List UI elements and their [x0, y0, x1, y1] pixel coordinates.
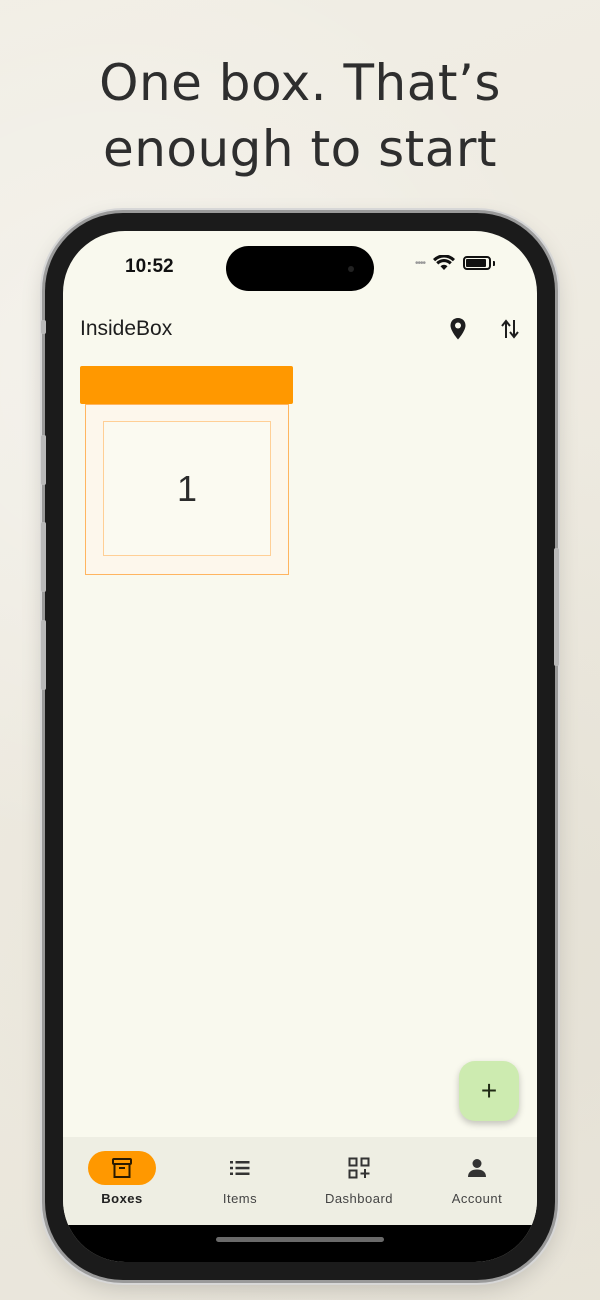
- nav-item-account[interactable]: Account: [422, 1151, 532, 1206]
- app-title: InsideBox: [80, 317, 173, 340]
- status-indicators: ••••: [415, 255, 495, 271]
- nav-item-boxes[interactable]: Boxes: [67, 1151, 177, 1206]
- nav-item-dashboard[interactable]: Dashboard: [304, 1151, 414, 1206]
- box-label-area: 1: [103, 421, 271, 556]
- promo-headline: One box. That’s enough to start: [0, 50, 600, 182]
- home-indicator-area: [63, 1225, 537, 1262]
- add-icon: +: [480, 1075, 498, 1106]
- phone-screen: 10:52 •••• InsideBox 1 + Boxes Items Das…: [63, 231, 537, 1262]
- box-card[interactable]: 1: [80, 366, 293, 576]
- phone-volume-down-button: [41, 522, 46, 592]
- camera-dot: [348, 266, 354, 272]
- cellular-signal-icon: ••••: [414, 257, 426, 269]
- nav-label-items: Items: [222, 1191, 258, 1206]
- box-body: 1: [85, 404, 289, 575]
- phone-action-button: [41, 320, 46, 334]
- box-lid: [80, 366, 293, 404]
- promo-headline-line1: One box. That’s: [99, 54, 501, 112]
- nav-item-items[interactable]: Items: [185, 1151, 295, 1206]
- qr-add-icon: [348, 1157, 370, 1179]
- wifi-icon: [433, 255, 455, 270]
- promo-headline-line2: enough to start: [102, 120, 498, 178]
- bottom-navigation: Boxes Items Dashboard Account: [63, 1137, 537, 1225]
- location-pin-icon[interactable]: [445, 316, 471, 342]
- box-number: 1: [176, 467, 198, 509]
- battery-icon: [463, 256, 491, 270]
- archive-box-icon: [112, 1158, 132, 1178]
- phone-power-button: [554, 548, 559, 666]
- status-time: 10:52: [125, 256, 174, 277]
- add-box-button[interactable]: +: [459, 1061, 519, 1121]
- nav-label-boxes: Boxes: [101, 1191, 143, 1206]
- dynamic-island: [226, 246, 374, 291]
- home-indicator[interactable]: [216, 1237, 384, 1242]
- nav-icon-holder: [443, 1151, 511, 1185]
- nav-active-indicator: [88, 1151, 156, 1185]
- phone-volume-button: [41, 620, 46, 690]
- person-icon: [468, 1159, 486, 1177]
- nav-icon-holder: [206, 1151, 274, 1185]
- battery-cap: [493, 260, 495, 266]
- nav-icon-holder: [325, 1151, 393, 1185]
- phone-volume-up-button: [41, 435, 46, 485]
- nav-label-account: Account: [451, 1191, 503, 1206]
- sort-icon[interactable]: [497, 316, 523, 342]
- app-bar: InsideBox: [63, 313, 537, 353]
- list-icon: [230, 1161, 250, 1175]
- nav-label-dashboard: Dashboard: [324, 1191, 394, 1206]
